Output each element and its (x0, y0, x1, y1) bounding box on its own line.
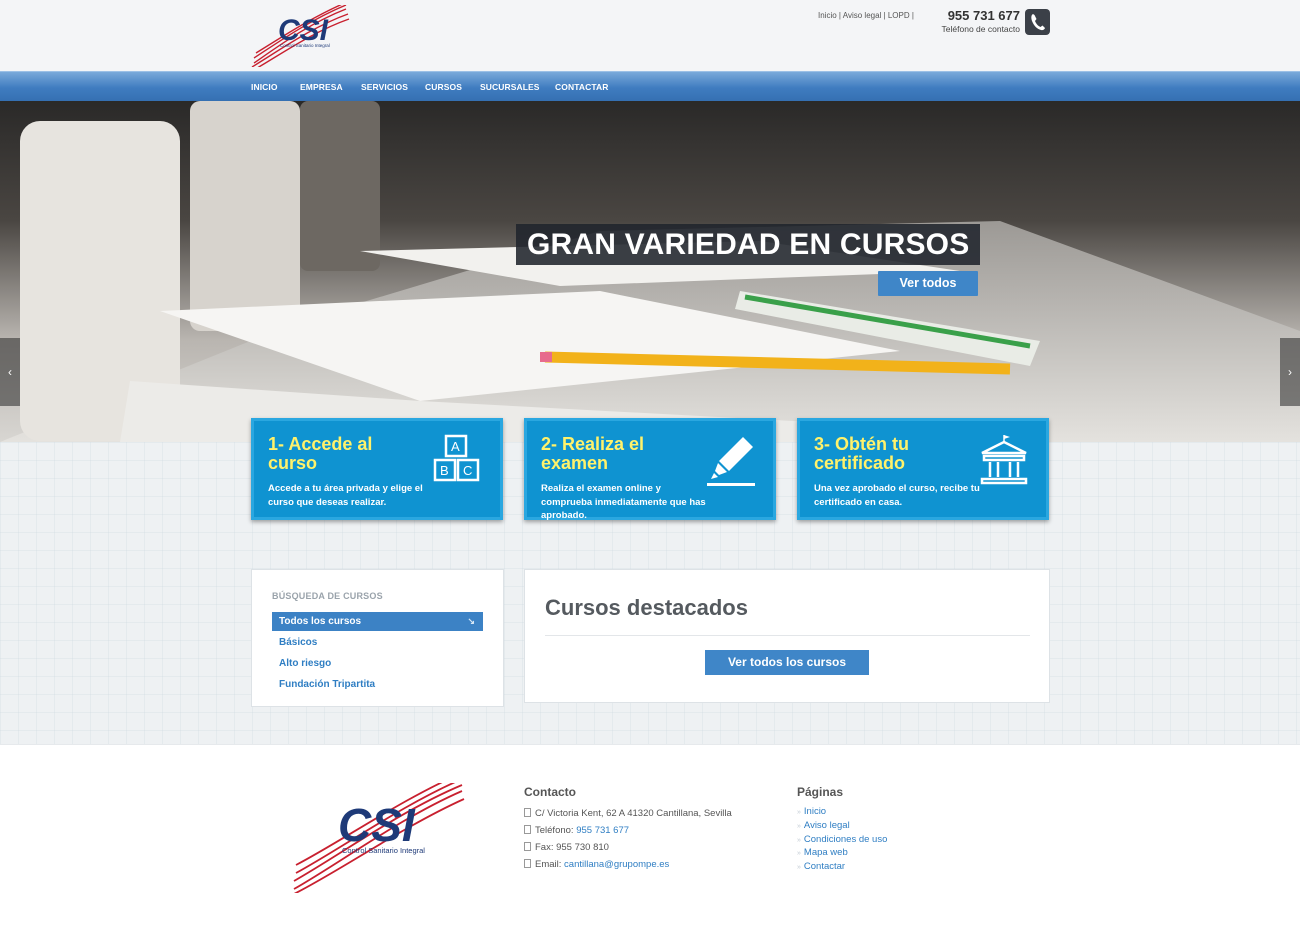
search-item-fundacion-tripartita[interactable]: Fundación Tripartita (272, 675, 483, 694)
main-nav: INICIO EMPRESA SERVICIOS CURSOS SUCURSAL… (0, 71, 1300, 101)
step-2-text: Realiza el examen online y comprueba inm… (541, 483, 706, 521)
featured-courses-panel: Cursos destacados Ver todos los cursos (524, 569, 1050, 703)
footer-page-contactar[interactable]: » Contactar (797, 861, 845, 872)
search-item-label: Todos los cursos (279, 616, 362, 627)
highlighter-icon (707, 437, 755, 486)
svg-text:A: A (451, 439, 460, 454)
step-3-text: Una vez aprobado el curso, recibe tu cer… (814, 483, 980, 508)
nav-cursos[interactable]: CURSOS (425, 82, 462, 92)
top-link-aviso-legal[interactable]: Aviso legal (843, 11, 882, 20)
chevron-icon: » (797, 823, 801, 830)
top-link-inicio[interactable]: Inicio (818, 11, 837, 20)
step-1-title: 1- Accede al curso (268, 434, 373, 473)
svg-text:B: B (440, 463, 449, 478)
nav-empresa[interactable]: EMPRESA (300, 82, 343, 92)
nav-inicio[interactable]: INICIO (251, 82, 278, 92)
step-card-1[interactable]: 1- Accede al curso Accede a tu área priv… (251, 418, 503, 520)
phone-icon (1025, 9, 1050, 35)
footer-contact-heading: Contacto (524, 785, 576, 799)
building-icon (524, 808, 531, 817)
search-panel-title: BÚSQUEDA DE CURSOS (272, 591, 383, 601)
footer-page-inicio[interactable]: » Inicio (797, 806, 826, 817)
footer-address: C/ Victoria Kent, 62 A 41320 Cantillana,… (524, 808, 732, 819)
footer-email-link[interactable]: cantillana@grupompe.es (564, 859, 669, 870)
footer-page-aviso-legal[interactable]: » Aviso legal (797, 820, 850, 831)
building-icon (524, 859, 531, 868)
site-footer (0, 744, 1300, 931)
hero-background-image (0, 101, 1300, 442)
phone-number: 955 731 677 (947, 8, 1020, 23)
svg-text:Control Sanitario Integral: Control Sanitario Integral (280, 43, 330, 48)
csi-footer-logo: CSI Control Sanitario Integral (293, 783, 465, 893)
nav-sucursales[interactable]: SUCURSALES (480, 82, 540, 92)
svg-text:Control Sanitario Integral: Control Sanitario Integral (342, 846, 425, 855)
search-item-all-courses[interactable]: Todos los cursos ↘ (272, 612, 483, 631)
site-header: CSI Control Sanitario Integral Inicio | … (0, 0, 1300, 71)
view-all-courses-button[interactable]: Ver todos los cursos (705, 650, 869, 675)
divider (545, 635, 1030, 636)
top-links: Inicio | Aviso legal | LOPD | (818, 11, 914, 20)
svg-text:CSI: CSI (338, 799, 416, 851)
chevron-icon: » (797, 850, 801, 857)
step-3-title: 3- Obtén tu certificado (814, 434, 909, 473)
footer-email: Email: cantillana@grupompe.es (524, 859, 669, 870)
hero-view-all-button[interactable]: Ver todos (878, 271, 978, 296)
building-icon (524, 825, 531, 834)
building-icon (524, 842, 531, 851)
footer-page-mapa-web[interactable]: » Mapa web (797, 847, 848, 858)
chevron-icon: » (797, 837, 801, 844)
arrow-down-right-icon: ↘ (467, 616, 475, 626)
slider-next-arrow-icon[interactable]: › (1280, 338, 1300, 406)
course-search-panel: BÚSQUEDA DE CURSOS Todos los cursos ↘ Bá… (251, 569, 504, 707)
footer-page-condiciones[interactable]: » Condiciones de uso (797, 834, 887, 845)
nav-servicios[interactable]: SERVICIOS (361, 82, 408, 92)
hero-slider: GRAN VARIEDAD EN CURSOS Ver todos ‹ › (0, 101, 1300, 442)
search-item-basicos[interactable]: Básicos (272, 633, 483, 652)
institution-icon (980, 435, 1028, 485)
chevron-icon: » (797, 809, 801, 816)
footer-phone-link[interactable]: 955 731 677 (576, 825, 629, 836)
step-1-text: Accede a tu área privada y elige el curs… (268, 483, 423, 508)
slider-prev-arrow-icon[interactable]: ‹ (0, 338, 20, 406)
nav-contactar[interactable]: CONTACTAR (555, 82, 608, 92)
step-2-title: 2- Realiza el examen (541, 434, 645, 473)
footer-pages-heading: Páginas (797, 785, 844, 799)
featured-title: Cursos destacados (545, 595, 748, 620)
step-card-2[interactable]: 2- Realiza el examen Realiza el examen o… (524, 418, 776, 521)
abc-blocks-icon: AB C (433, 434, 480, 482)
footer-fax: Fax: 955 730 810 (524, 842, 609, 853)
hero-title: GRAN VARIEDAD EN CURSOS (516, 224, 981, 265)
chevron-icon: » (797, 864, 801, 871)
step-card-3[interactable]: 3- Obtén tu certificado Una vez aprobado… (797, 418, 1049, 520)
phone-label: Teléfono de contacto (941, 24, 1020, 34)
footer-phone: Teléfono: 955 731 677 (524, 825, 629, 836)
csi-logo[interactable]: CSI Control Sanitario Integral (250, 5, 350, 67)
svg-text:C: C (463, 463, 472, 478)
search-item-alto-riesgo[interactable]: Alto riesgo (272, 654, 483, 673)
phone-block: 955 731 677 Teléfono de contacto (930, 8, 1020, 34)
top-link-lopd[interactable]: LOPD (888, 11, 910, 20)
